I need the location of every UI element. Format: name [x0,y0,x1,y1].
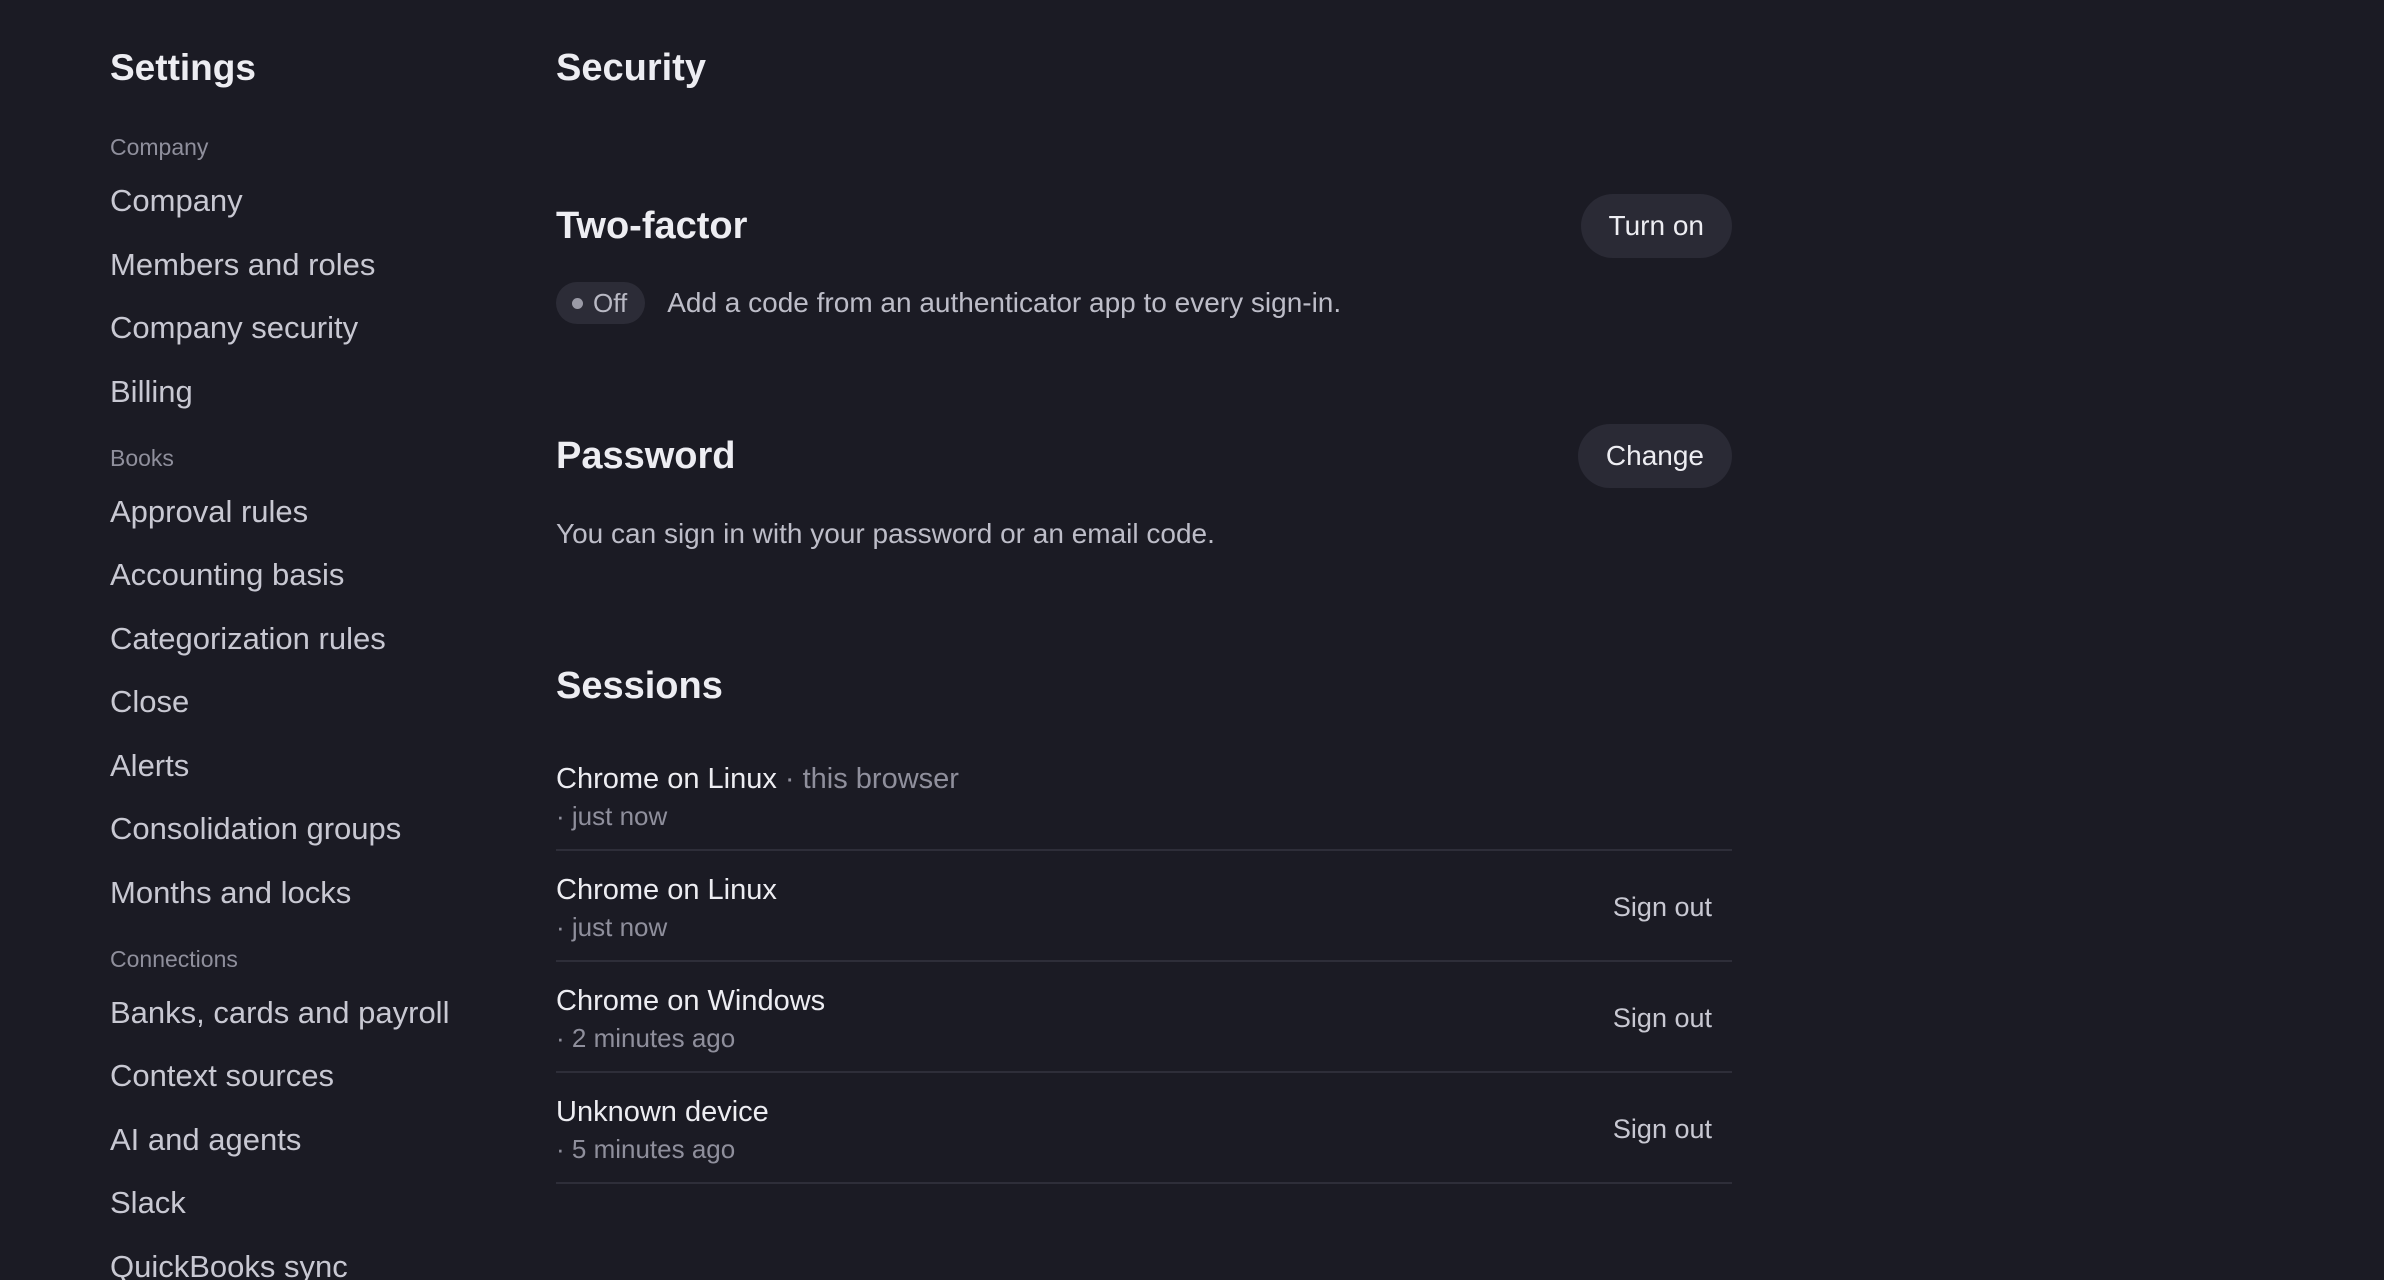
session-device: Chrome on Linux · this browser [556,760,959,798]
session-current-note: · this browser [776,762,959,795]
sign-out-button[interactable]: Sign out [1613,892,1712,923]
sidebar-item-alerts[interactable]: Alerts [110,741,510,791]
sidebar-item-banks-cards-payroll[interactable]: Banks, cards and payroll [110,988,510,1038]
sidebar-item-company-security[interactable]: Company security [110,303,510,353]
session-device-name: Chrome on Linux [556,873,777,906]
two-factor-status-row: Off Add a code from an authenticator app… [556,282,1732,324]
status-dot-icon [572,297,583,309]
session-device-name: Unknown device [556,1095,769,1128]
session-row: Chrome on Windows · 2 minutes ago Sign o… [556,962,1732,1073]
session-time: · just now [556,800,668,831]
password-title: Password [556,435,736,477]
sidebar-item-members-and-roles[interactable]: Members and roles [110,240,510,290]
session-info: Chrome on Linux · just now [556,871,777,945]
sidebar-group-company: Company Company Members and roles Compan… [110,132,510,417]
session-device-name: Chrome on Linux [556,762,777,795]
session-time: · 5 minutes ago [556,1133,736,1164]
sidebar-title: Settings [110,47,256,88]
sidebar-item-consolidation-groups[interactable]: Consolidation groups [110,804,510,854]
session-time: · 2 minutes ago [556,1022,736,1053]
two-factor-description: Add a code from an authenticator app to … [667,287,1342,318]
page-title: Security [556,47,706,89]
password-header: Password Change [556,424,1732,488]
sidebar-group-label: Books [110,444,174,471]
sidebar-item-slack[interactable]: Slack [110,1178,510,1228]
status-badge: Off [556,282,646,324]
change-password-button[interactable]: Change [1577,424,1732,488]
sessions-list: Chrome on Linux · this browser · just no… [556,740,1732,1184]
sidebar-item-categorization-rules[interactable]: Categorization rules [110,614,510,664]
sidebar-group-books: Books Approval rules Accounting basis Ca… [110,443,510,918]
security-main: Security Two-factor Turn on Off Add a co… [556,40,1732,1184]
sidebar-item-approval-rules[interactable]: Approval rules [110,487,510,537]
session-info: Chrome on Linux · this browser · just no… [556,760,959,834]
sessions-section: Sessions Chrome on Linux · this browser … [556,654,1732,1184]
session-info: Unknown device · 5 minutes ago [556,1093,769,1167]
turn-on-two-factor-button[interactable]: Turn on [1580,194,1732,258]
sidebar-group-label: Company [110,134,209,160]
session-time: · just now [556,911,668,942]
sign-out-button[interactable]: Sign out [1613,1003,1712,1034]
two-factor-title: Two-factor [556,205,748,247]
sidebar-item-quickbooks-sync[interactable]: QuickBooks sync [110,1242,510,1280]
settings-page: Settings Company Company Members and rol… [0,0,2384,1280]
password-description: You can sign in with your password or an… [556,518,1215,549]
sidebar-item-ai-and-agents[interactable]: AI and agents [110,1115,510,1165]
sidebar-group-connections: Connections Banks, cards and payroll Con… [110,944,510,1280]
sidebar-group-label: Connections [110,945,238,972]
sidebar-item-context-sources[interactable]: Context sources [110,1051,510,1101]
sidebar-item-months-and-locks[interactable]: Months and locks [110,868,510,918]
settings-sidebar: Settings Company Company Members and rol… [110,40,510,1280]
sidebar-item-billing[interactable]: Billing [110,367,510,417]
sessions-title: Sessions [556,665,723,707]
sidebar-item-accounting-basis[interactable]: Accounting basis [110,550,510,600]
session-row: Chrome on Linux · just now Sign out [556,851,1732,962]
two-factor-section: Two-factor Turn on Off Add a code from a… [556,194,1732,324]
sidebar-item-close[interactable]: Close [110,677,510,727]
sign-out-button[interactable]: Sign out [1613,1114,1712,1145]
session-row: Unknown device · 5 minutes ago Sign out [556,1073,1732,1184]
password-section: Password Change You can sign in with you… [556,424,1732,550]
two-factor-header: Two-factor Turn on [556,194,1732,258]
session-row: Chrome on Linux · this browser · just no… [556,740,1732,851]
status-badge-label: Off [593,287,628,318]
sidebar-item-company[interactable]: Company [110,176,510,226]
session-info: Chrome on Windows · 2 minutes ago [556,982,825,1056]
session-device-name: Chrome on Windows [556,984,826,1017]
